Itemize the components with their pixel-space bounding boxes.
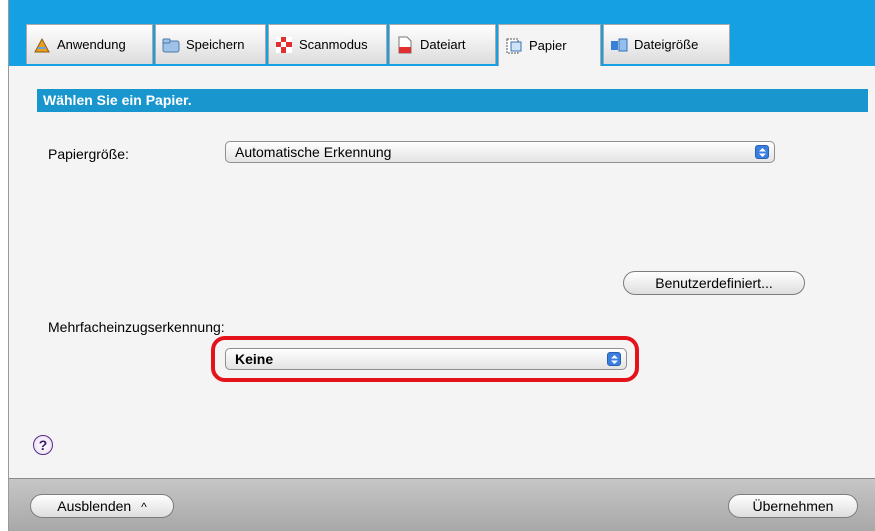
- application-icon: [33, 36, 51, 54]
- section-header: Wählen Sie ein Papier.: [37, 89, 868, 112]
- help-button[interactable]: ?: [33, 435, 53, 455]
- custom-size-button[interactable]: Benutzerdefiniert...: [623, 271, 805, 295]
- paper-icon: [505, 37, 523, 55]
- tab-dateiart[interactable]: Dateiart: [389, 24, 496, 64]
- tab-label: Scanmodus: [299, 37, 368, 52]
- hide-button[interactable]: Ausblenden ^: [30, 494, 174, 518]
- file-type-icon: [396, 36, 414, 54]
- file-size-icon: [610, 36, 628, 54]
- paper-size-value: Automatische Erkennung: [235, 144, 392, 160]
- hide-button-label: Ausblenden: [57, 498, 132, 514]
- chevron-up-icon: ^: [141, 500, 147, 514]
- tab-label: Dateigröße: [634, 37, 699, 52]
- tab-speichern[interactable]: Speichern: [155, 24, 266, 64]
- bottom-bar: Ausblenden ^ Übernehmen: [9, 478, 875, 531]
- highlight-frame: [211, 336, 639, 382]
- paper-size-select[interactable]: Automatische Erkennung: [225, 141, 775, 163]
- tab-label: Anwendung: [57, 37, 126, 52]
- tab-bar: Anwendung Speichern Scanmodus Dateiart P…: [26, 24, 732, 66]
- tab-anwendung[interactable]: Anwendung: [26, 24, 153, 64]
- paper-size-label: Papiergröße:: [48, 146, 129, 162]
- multifeed-label: Mehrfacheinzugserkennung:: [48, 319, 225, 335]
- select-arrows-icon: [755, 145, 769, 159]
- paper-settings-panel: Wählen Sie ein Papier. Papiergröße: Auto…: [9, 66, 875, 478]
- scan-mode-icon: [275, 36, 293, 54]
- apply-button[interactable]: Übernehmen: [728, 494, 858, 518]
- tab-label: Dateiart: [420, 37, 466, 52]
- tab-label: Speichern: [186, 37, 245, 52]
- scan-settings-window: Anwendung Speichern Scanmodus Dateiart P…: [0, 0, 875, 531]
- folder-icon: [162, 36, 180, 54]
- tab-scanmodus[interactable]: Scanmodus: [268, 24, 387, 64]
- tab-dateigroesse[interactable]: Dateigröße: [603, 24, 730, 64]
- tab-label: Papier: [529, 38, 567, 53]
- tab-papier[interactable]: Papier: [498, 24, 601, 66]
